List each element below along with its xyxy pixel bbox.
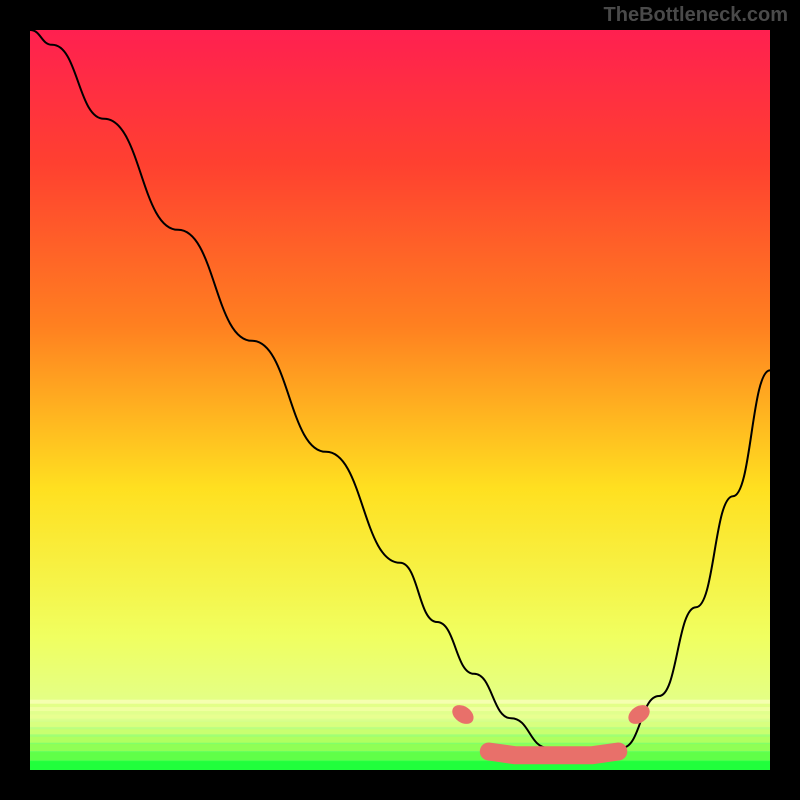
plot-area <box>30 30 770 770</box>
band <box>30 761 770 770</box>
watermark-text: TheBottleneck.com <box>604 4 788 27</box>
band <box>30 722 770 727</box>
band <box>30 700 770 704</box>
highlight-segment <box>489 752 619 756</box>
band <box>30 737 770 743</box>
band <box>30 744 770 751</box>
band <box>30 729 770 734</box>
band <box>30 715 770 719</box>
band <box>30 752 770 760</box>
gradient-background <box>30 30 770 770</box>
chart-svg <box>30 30 770 770</box>
band <box>30 707 770 711</box>
chart-container: TheBottleneck.com <box>0 0 800 800</box>
